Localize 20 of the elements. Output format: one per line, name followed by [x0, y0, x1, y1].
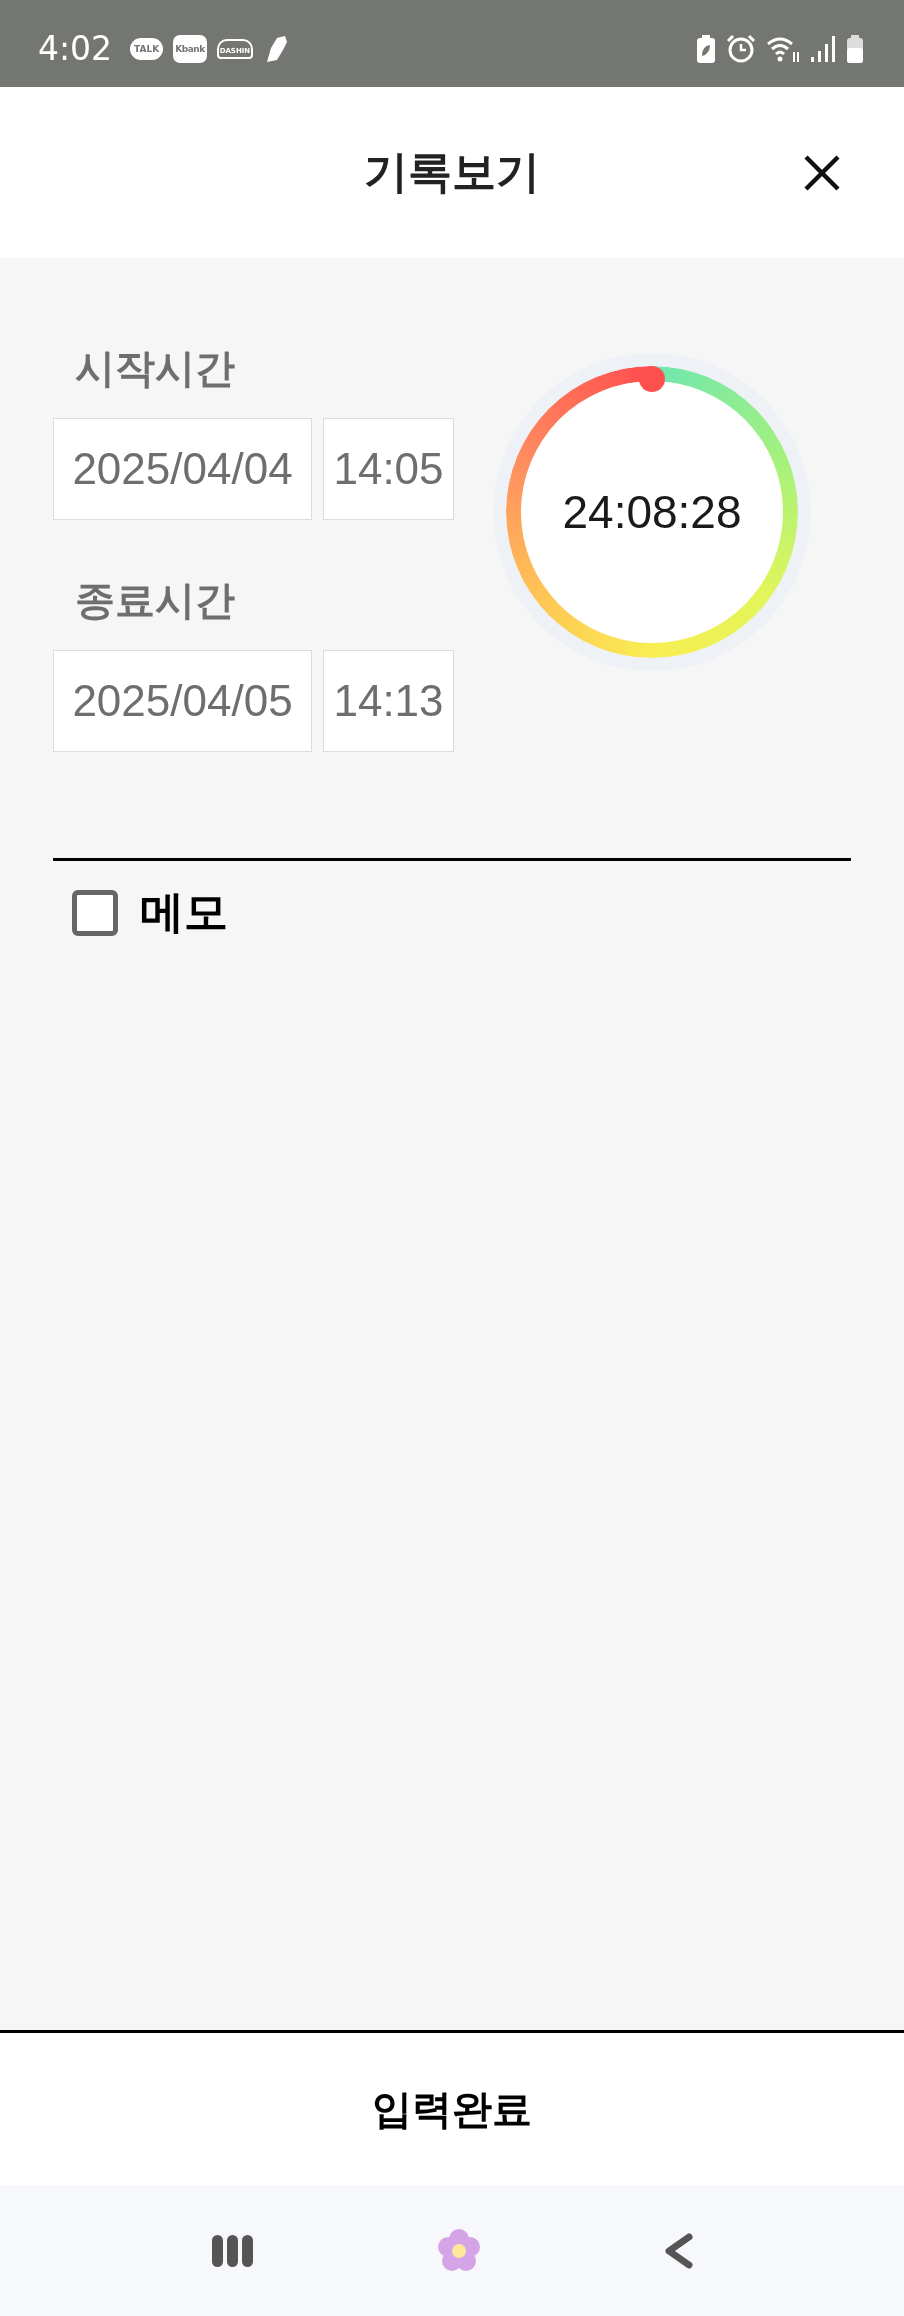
time-field[interactable]: 14:05 — [323, 418, 454, 520]
alarm-icon — [726, 33, 756, 64]
memo-label: 메모 — [140, 885, 228, 939]
clock-time: 4:02 — [38, 29, 113, 68]
app-badge-icon: TALK — [130, 37, 164, 60]
app-badge-icon: Kbank — [173, 34, 207, 63]
page-title: 기록보기 — [364, 145, 540, 199]
back-icon[interactable] — [663, 2232, 694, 2269]
date-field[interactable]: 2025/04/05 — [53, 650, 312, 752]
battery-saver-icon — [696, 33, 716, 64]
field-label: 종료시간 — [75, 576, 236, 625]
battery-icon — [846, 33, 864, 64]
recent-apps-icon[interactable] — [210, 2233, 255, 2268]
submit-button[interactable]: 입력완료 — [352, 2071, 552, 2147]
field-label: 시작시간 — [75, 344, 236, 393]
elapsed-time: 24:08:28 — [562, 485, 742, 539]
date-field[interactable]: 2025/04/04 — [53, 418, 312, 520]
signal-icon — [810, 34, 836, 63]
time-field[interactable]: 14:13 — [323, 650, 454, 752]
memo-checkbox[interactable] — [72, 889, 118, 936]
